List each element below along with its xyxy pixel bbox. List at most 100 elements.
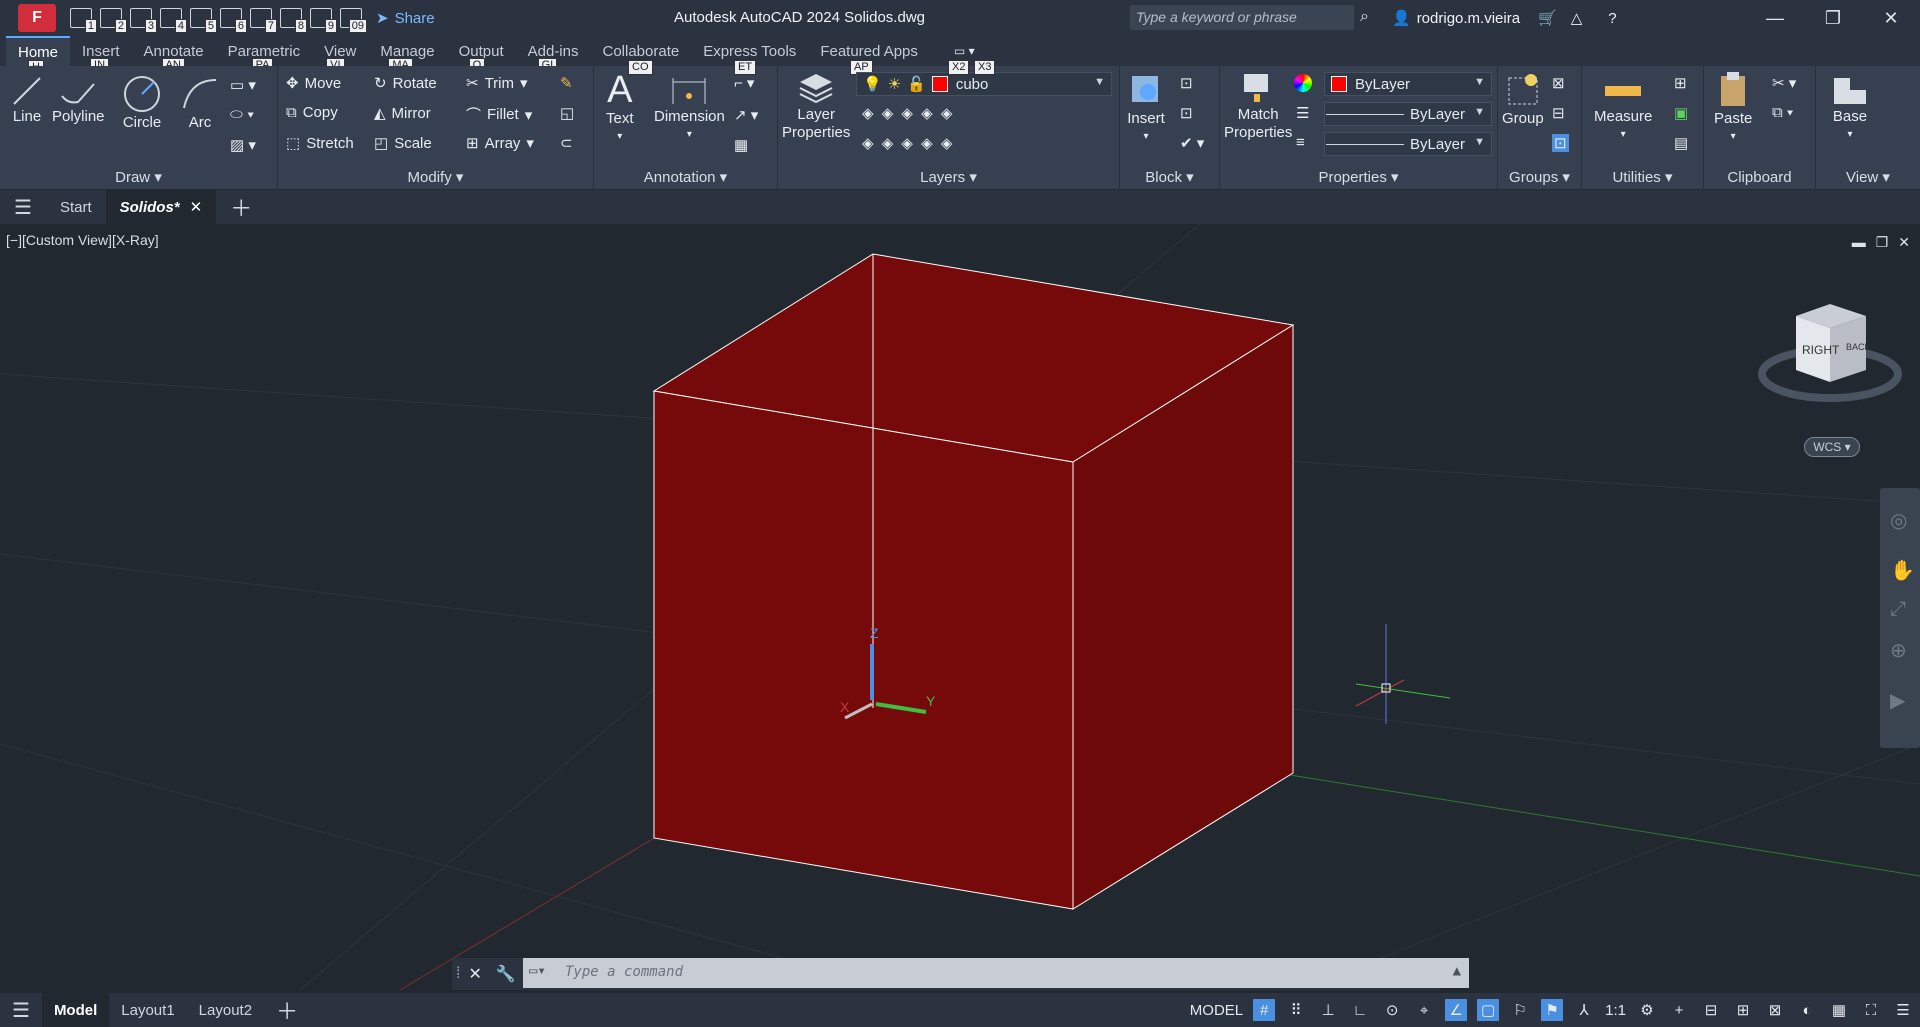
edit-attributes-button[interactable]: ✔ ▾ [1180, 134, 1204, 152]
customize-icon[interactable]: ☰ [1892, 999, 1914, 1021]
text-button[interactable]: A Text ▾ [606, 70, 634, 146]
groups-panel-title[interactable]: Groups ▾ [1498, 168, 1581, 186]
multileader-button[interactable]: ↗ ▾ [734, 106, 758, 124]
qat-new-button[interactable]: 1 [70, 8, 97, 33]
hardware-acceleration-icon[interactable]: ◐ [1796, 999, 1818, 1021]
minimize-viewport-icon[interactable]: ▬ [1852, 234, 1866, 251]
array-button[interactable]: ⊞ Array ▾ [466, 134, 534, 153]
pan-icon[interactable]: ✋ [1890, 558, 1915, 583]
color-wheel-button[interactable] [1294, 74, 1312, 92]
calculator-button[interactable]: ▤ [1674, 134, 1688, 152]
lock-ui-icon[interactable]: ⊠ [1764, 999, 1786, 1021]
ungroup-button[interactable]: ⊠ [1552, 74, 1565, 92]
autocad-logo[interactable]: F [18, 4, 56, 32]
hatch-button[interactable]: ▨ ▾ [230, 136, 256, 154]
rotate-button[interactable]: ↻ Rotate [374, 74, 437, 93]
close-cmd-icon[interactable]: ✕ [468, 964, 481, 984]
group-selection-button[interactable]: ⊡ [1552, 134, 1569, 152]
select-all-button[interactable]: ▣ [1674, 104, 1688, 122]
view-panel-title[interactable]: View ▾ [1816, 168, 1920, 186]
auto-scale-icon[interactable]: ⅄ [1573, 999, 1595, 1021]
lineweight-icon-button[interactable]: ☰ [1296, 104, 1309, 122]
circle-button[interactable]: Circle [122, 74, 162, 132]
qat-plot-button[interactable]: 6 [220, 8, 247, 33]
ortho-icon[interactable]: ∟ [1349, 999, 1371, 1021]
tab-manage[interactable]: Manage MA [368, 36, 446, 73]
modify-panel-title[interactable]: Modify ▾ [278, 168, 593, 186]
object-snap-tracking-icon[interactable]: ∠ [1445, 999, 1468, 1021]
plus-icon[interactable]: + [1668, 999, 1690, 1021]
showmotion-icon[interactable]: ▶ [1890, 688, 1905, 713]
qat-web-button[interactable]: 5 [190, 8, 217, 33]
qat-redo-button[interactable]: 8 [280, 8, 307, 33]
wrench-icon[interactable]: 🔧 [496, 964, 516, 984]
group-edit-button[interactable]: ⊟ [1552, 104, 1565, 122]
orbit-icon[interactable]: ⊕ [1890, 638, 1907, 663]
isodraft-icon[interactable]: ⌖ [1413, 999, 1435, 1021]
user-menu[interactable]: 👤 rodrigo.m.vieira 🛒 △ ? [1392, 9, 1617, 28]
object-snap-icon[interactable]: ▢ [1477, 999, 1500, 1021]
clipboard-panel-title[interactable]: Clipboard [1704, 169, 1815, 186]
match-properties-button[interactable]: Match Properties [1224, 70, 1292, 142]
quick-properties-icon[interactable]: ⊞ [1732, 999, 1754, 1021]
paste-button[interactable]: Paste ▾ [1714, 70, 1752, 146]
fillet-button[interactable]: ⌒ Fillet ▾ [466, 104, 532, 125]
qat-saveas-button[interactable]: 4 [160, 8, 187, 33]
isolate-objects-icon[interactable]: ▦ [1828, 999, 1850, 1021]
tab-parametric[interactable]: Parametric PA [216, 36, 313, 73]
ellipse-button[interactable]: ⬭ ▾ [230, 106, 254, 123]
offset-button[interactable]: ⊂ [560, 134, 573, 152]
layer-tools-row2[interactable]: ◈ ◈ ◈ ◈ ◈ [862, 134, 954, 152]
color-dropdown[interactable]: ByLayer ▼ [1324, 72, 1492, 96]
wcs-menu[interactable]: WCS ▾ [1804, 437, 1860, 457]
edit-block-button[interactable]: ⊡ [1180, 104, 1193, 122]
table-button[interactable]: ▦ [734, 136, 748, 154]
annotation-visibility-icon[interactable]: ⚐ [1509, 999, 1531, 1021]
search-input[interactable]: Type a keyword or phrase [1130, 5, 1354, 30]
viewport-controls-label[interactable]: [−][Custom View][X-Ray] [6, 232, 159, 248]
polar-icon[interactable]: ⊙ [1381, 999, 1403, 1021]
cube-front-face[interactable] [653, 390, 1074, 910]
layer-tools-row1[interactable]: ◈ ◈ ◈ ◈ ◈ [862, 104, 954, 122]
leader-button[interactable]: ⌐ ▾ [734, 74, 754, 92]
qat-undo-button[interactable]: 7 [250, 8, 277, 33]
lineweight-dropdown[interactable]: ByLayer ▼ [1324, 132, 1492, 156]
model-space-button[interactable]: MODEL [1190, 1002, 1243, 1019]
search-icon[interactable]: ⌕ [1360, 8, 1369, 26]
new-tab-button[interactable]: ＋ [216, 190, 266, 224]
measure-button[interactable]: Measure ▾ [1594, 74, 1652, 144]
rectangle-button[interactable]: ▭ ▾ [230, 76, 256, 94]
help-icon[interactable]: ? [1608, 10, 1616, 27]
annotation-scale-button[interactable]: 1:1 [1605, 1002, 1626, 1019]
tab-start[interactable]: Start [46, 190, 106, 224]
restore-icon[interactable]: ❐ [1804, 0, 1862, 36]
share-button[interactable]: ➤ Share [376, 9, 435, 28]
utilities-panel-title[interactable]: Utilities ▾ [1582, 168, 1703, 186]
snap-icon[interactable]: ⠿ [1285, 999, 1307, 1021]
line-button[interactable]: Line [10, 74, 44, 126]
tab-home[interactable]: HomeH [6, 36, 71, 75]
tab-output[interactable]: Output O [447, 36, 516, 73]
close-icon[interactable]: ✕ [1862, 0, 1920, 36]
insert-button[interactable]: Insert ▾ [1126, 70, 1166, 146]
autodesk-icon[interactable]: △ [1571, 9, 1583, 27]
tab-insert[interactable]: Insert IN [70, 36, 132, 73]
scale-button[interactable]: ◰ Scale [374, 134, 432, 153]
units-icon[interactable]: ⊟ [1700, 999, 1722, 1021]
trim-button[interactable]: ✂ Trim ▾ [466, 74, 528, 93]
minimize-icon[interactable]: — [1746, 0, 1804, 36]
qat-save-button[interactable]: 3 [130, 8, 157, 33]
tab-addins[interactable]: Add-ins GI [516, 36, 591, 73]
create-block-button[interactable]: ⊡ [1180, 74, 1193, 92]
drawing-viewport[interactable]: Z Y X RIGHT BACK [−][Custom View][X-Ray]… [0, 224, 1920, 990]
base-button[interactable]: Base ▾ [1830, 72, 1870, 144]
tab-model[interactable]: Model [41, 993, 110, 1027]
group-button[interactable]: Group [1502, 70, 1544, 128]
fullscreen-icon[interactable]: ⛶ [1860, 999, 1882, 1021]
move-button[interactable]: ✥ Move [286, 74, 341, 93]
erase-button[interactable]: ✎ [560, 74, 573, 92]
close-tab-icon[interactable]: ✕ [190, 198, 203, 216]
add-layout-button[interactable]: ＋ [264, 993, 310, 1027]
linetype-dropdown[interactable]: ByLayer ▼ [1324, 102, 1492, 126]
tab-solidos[interactable]: Solidos* ✕ [105, 190, 217, 224]
